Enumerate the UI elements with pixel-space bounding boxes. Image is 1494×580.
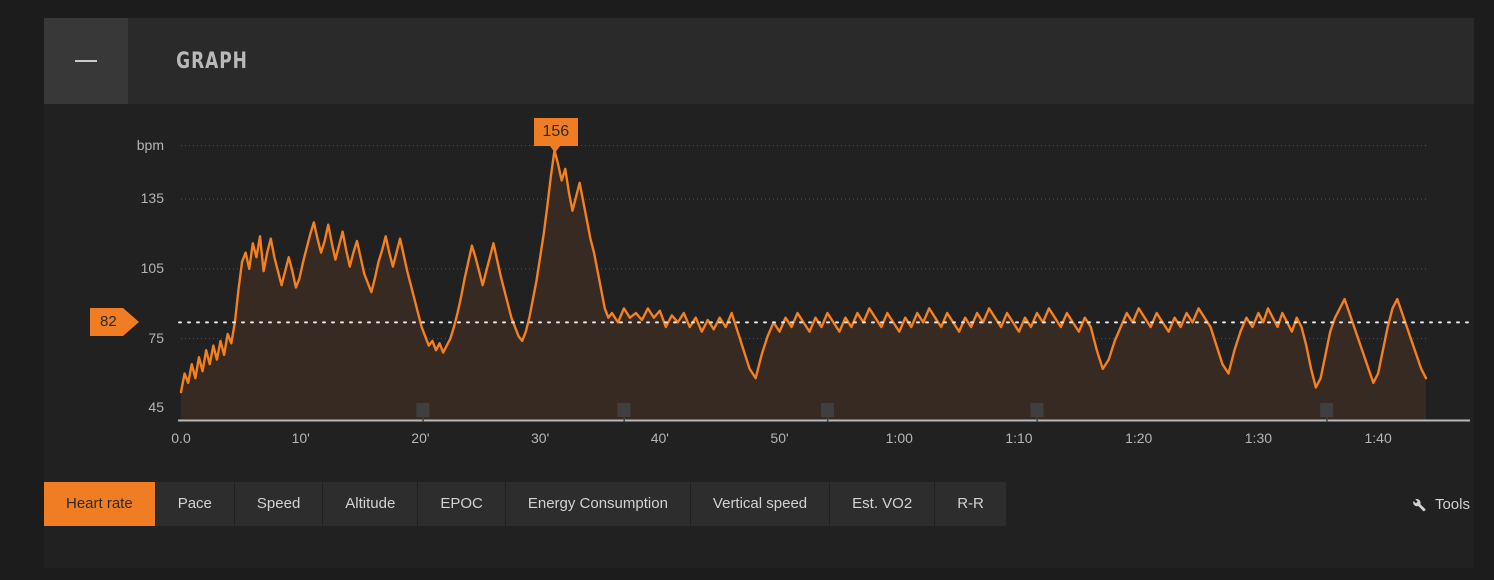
heart-rate-chart[interactable] bbox=[44, 104, 1474, 444]
tab-pace[interactable]: Pace bbox=[155, 482, 234, 526]
wrench-icon bbox=[1413, 498, 1426, 511]
tab-label: Speed bbox=[256, 495, 301, 512]
tab-speed[interactable]: Speed bbox=[234, 482, 323, 526]
minus-icon bbox=[75, 60, 97, 62]
page-title: GRAPH bbox=[176, 48, 248, 74]
tab-heart-rate[interactable]: Heart rate bbox=[44, 482, 155, 526]
tab-label: R-R bbox=[957, 495, 984, 512]
chart-region: bpm 45 75 105 135 0.0 10' 20' 30' 40' 50' 1:00 1:10 1… bbox=[44, 104, 1474, 446]
tab-label: Vertical speed bbox=[712, 495, 808, 512]
tools-button[interactable]: Tools bbox=[1410, 482, 1470, 526]
max-value-pointer bbox=[549, 146, 560, 154]
tab-vertical-speed[interactable]: Vertical speed bbox=[690, 482, 830, 526]
chart-controls: Heart rate Pace Speed Altitude EPOC Energy Co… bbox=[44, 482, 1494, 526]
graph-page: GRAPH bpm 45 75 105 135 0.0 10' 20' 30' 40' 50' 1:0… bbox=[0, 0, 1494, 580]
tab-label: EPOC bbox=[440, 495, 483, 512]
average-value-marker: 82 bbox=[90, 308, 139, 337]
tools-label: Tools bbox=[1434, 495, 1470, 513]
tab-est-vo2[interactable]: Est. VO2 bbox=[830, 482, 935, 526]
tab-label: Altitude bbox=[345, 495, 396, 512]
tab-label: Est. VO2 bbox=[852, 495, 913, 512]
panel-header: GRAPH bbox=[44, 18, 1474, 104]
average-value-label: 82 bbox=[90, 308, 123, 337]
tab-epoc[interactable]: EPOC bbox=[418, 482, 505, 526]
tab-label: Heart rate bbox=[66, 495, 133, 512]
tab-label: Energy Consumption bbox=[527, 495, 668, 512]
tab-label: Pace bbox=[177, 495, 212, 512]
average-value-pointer bbox=[122, 308, 139, 337]
tab-energy-consumption[interactable]: Energy Consumption bbox=[505, 482, 690, 526]
metric-tabs: Heart rate Pace Speed Altitude EPOC Energy Co… bbox=[44, 482, 1007, 526]
tab-altitude[interactable]: Altitude bbox=[323, 482, 418, 526]
tab-r-r[interactable]: R-R bbox=[935, 482, 1006, 526]
collapse-panel-button[interactable] bbox=[44, 18, 128, 104]
max-value-label: 156 bbox=[533, 118, 579, 147]
